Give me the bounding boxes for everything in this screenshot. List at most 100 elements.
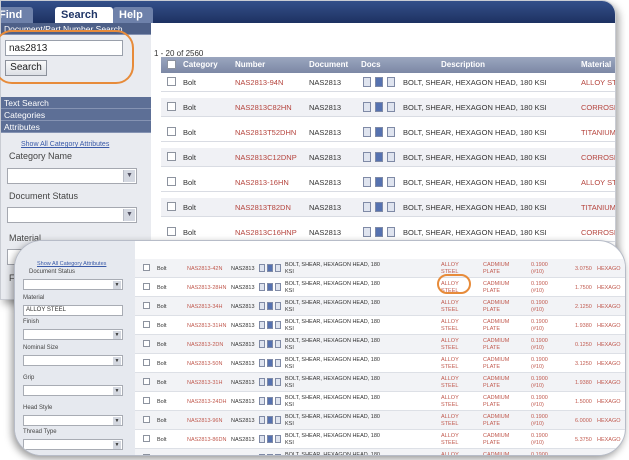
drawing-icon[interactable]: [267, 435, 273, 443]
part-number-link[interactable]: NAS2813T82DN: [235, 203, 291, 212]
drawing-icon[interactable]: [375, 77, 383, 87]
row-checkbox[interactable]: [143, 359, 150, 366]
table-row[interactable]: Bolt NAS2813C82HN NAS2813 BOLT, SHEAR, HEXA…: [161, 98, 615, 117]
pdf-icon[interactable]: [387, 177, 395, 187]
document-icon[interactable]: [259, 435, 265, 443]
drawing-icon[interactable]: [267, 340, 273, 348]
document-icon[interactable]: [259, 283, 265, 291]
head-style-select[interactable]: ▼: [23, 415, 123, 426]
drawing-icon[interactable]: [267, 359, 273, 367]
nominal-size-select[interactable]: ▼: [23, 355, 123, 366]
document-cell[interactable]: NAS2813: [231, 418, 255, 424]
row-checkbox[interactable]: [167, 152, 176, 161]
row-checkbox[interactable]: [167, 77, 176, 86]
document-cell[interactable]: NAS2813: [231, 380, 255, 386]
row-checkbox[interactable]: [143, 302, 150, 309]
drawing-icon[interactable]: [375, 227, 383, 237]
row-checkbox[interactable]: [143, 340, 150, 347]
document-status-select[interactable]: ▼: [23, 279, 123, 290]
table-row[interactable]: Bolt NAS2813T52DHN NAS2813 BOLT, SHEAR, HEX…: [161, 123, 615, 142]
document-cell[interactable]: NAS2813: [309, 203, 341, 212]
document-cell[interactable]: NAS2813: [231, 323, 255, 329]
show-all-attributes-link[interactable]: Show All Category Attributes: [21, 141, 109, 148]
row-checkbox[interactable]: [167, 102, 176, 111]
table-row[interactable]: Bolt NAS2813T82DN NAS2813 BOLT, SHEAR, HEXA…: [161, 198, 615, 217]
pdf-icon[interactable]: [275, 321, 281, 329]
table-row[interactable]: Bolt NAS2813-94N NAS2813 BOLT, SHEAR, HEXAG…: [161, 73, 615, 92]
pdf-icon[interactable]: [275, 416, 281, 424]
drawing-icon[interactable]: [375, 102, 383, 112]
document-cell[interactable]: NAS2813: [231, 361, 255, 367]
document-icon[interactable]: [259, 416, 265, 424]
part-number-link[interactable]: NAS2813-94N: [235, 78, 283, 87]
drawing-icon[interactable]: [267, 397, 273, 405]
document-icon[interactable]: [363, 102, 371, 112]
part-number-link[interactable]: NAS2813T52DHN: [235, 128, 296, 137]
table-row[interactable]: Bolt NAS2813-42N NAS2813 BOLT, SHEAR, HEXAG…: [135, 259, 625, 278]
part-number-link[interactable]: NAS2813-28HN: [187, 285, 226, 291]
document-icon[interactable]: [363, 127, 371, 137]
part-number-link[interactable]: NAS2813-16HN: [235, 178, 289, 187]
table-row[interactable]: Bolt NAS2813-16HN NAS2813 BOLT, SHEAR, HEXA…: [161, 173, 615, 192]
drawing-icon[interactable]: [267, 264, 273, 272]
text-search-section[interactable]: Text Search: [1, 97, 151, 109]
pdf-icon[interactable]: [387, 77, 395, 87]
part-number-link[interactable]: NAS2813-42N: [187, 266, 222, 272]
row-checkbox[interactable]: [143, 283, 150, 290]
row-checkbox[interactable]: [167, 202, 176, 211]
table-row[interactable]: Bolt NAS2813-31H NAS2813 BOLT, SHEAR, HEXAG…: [135, 373, 625, 392]
drawing-icon[interactable]: [267, 283, 273, 291]
document-icon[interactable]: [259, 321, 265, 329]
document-cell[interactable]: NAS2813: [231, 285, 255, 291]
part-number-link[interactable]: NAS2813-31HN: [187, 323, 226, 329]
document-icon[interactable]: [363, 227, 371, 237]
document-status-select[interactable]: ▼: [7, 207, 137, 223]
part-number-link[interactable]: NAS2813-31H: [187, 380, 222, 386]
pdf-icon[interactable]: [275, 302, 281, 310]
document-cell[interactable]: NAS2813: [309, 228, 341, 237]
pdf-icon[interactable]: [387, 127, 395, 137]
pdf-icon[interactable]: [275, 397, 281, 405]
pdf-icon[interactable]: [275, 283, 281, 291]
drawing-icon[interactable]: [375, 152, 383, 162]
drawing-icon[interactable]: [267, 321, 273, 329]
part-number-link[interactable]: NAS2813-96N: [187, 418, 222, 424]
pdf-icon[interactable]: [275, 340, 281, 348]
document-icon[interactable]: [363, 177, 371, 187]
pdf-icon[interactable]: [275, 435, 281, 443]
table-row[interactable]: Bolt NAS2813C12DNP NAS2813 BOLT, SHEAR, HEX…: [161, 148, 615, 167]
col-number[interactable]: Number: [235, 60, 265, 69]
tab-find[interactable]: Find: [1, 7, 33, 23]
part-number-link[interactable]: NAS2813C82HN: [235, 103, 292, 112]
part-number-link[interactable]: NAS2813-50N: [187, 361, 222, 367]
part-number-link[interactable]: NAS2813-34H: [187, 304, 222, 310]
table-row[interactable]: Bolt NAS2813-34H NAS2813 BOLT, SHEAR, HEXAG…: [135, 297, 625, 316]
col-document[interactable]: Document: [309, 60, 348, 69]
table-row[interactable]: Bolt NAS2813-96N NAS2813 BOLT, SHEAR, HEXAG…: [135, 411, 625, 430]
drawing-icon[interactable]: [267, 378, 273, 386]
table-row[interactable]: Bolt NAS2813-28HN NAS2813 BOLT, SHEAR, HEXA…: [135, 278, 625, 297]
row-checkbox[interactable]: [143, 264, 150, 271]
document-cell[interactable]: NAS2813: [309, 103, 341, 112]
finish-select[interactable]: ▼: [23, 329, 123, 340]
category-name-select[interactable]: ▼: [7, 168, 137, 184]
part-number-link[interactable]: NAS2813C12DNP: [235, 153, 297, 162]
document-icon[interactable]: [363, 77, 371, 87]
tab-help[interactable]: Help: [113, 7, 153, 23]
row-checkbox[interactable]: [143, 454, 150, 455]
document-cell[interactable]: NAS2813: [231, 399, 255, 405]
drawing-icon[interactable]: [375, 202, 383, 212]
document-cell[interactable]: NAS2813: [309, 128, 341, 137]
document-icon[interactable]: [259, 264, 265, 272]
document-cell[interactable]: NAS2813: [309, 153, 341, 162]
pdf-icon[interactable]: [275, 359, 281, 367]
drawing-icon[interactable]: [267, 454, 273, 455]
drawing-icon[interactable]: [375, 127, 383, 137]
col-material[interactable]: Material: [581, 60, 611, 69]
pdf-icon[interactable]: [275, 378, 281, 386]
pdf-icon[interactable]: [387, 227, 395, 237]
document-cell[interactable]: NAS2813: [231, 304, 255, 310]
table-row[interactable]: Bolt NAS2813-31HN NAS2813 BOLT, SHEAR, HEXA…: [135, 316, 625, 335]
table-row[interactable]: Bolt NAS2813-50N NAS2813 BOLT, SHEAR, HEXAG…: [135, 354, 625, 373]
part-number-link[interactable]: NAS2813C16HNP: [235, 228, 297, 237]
